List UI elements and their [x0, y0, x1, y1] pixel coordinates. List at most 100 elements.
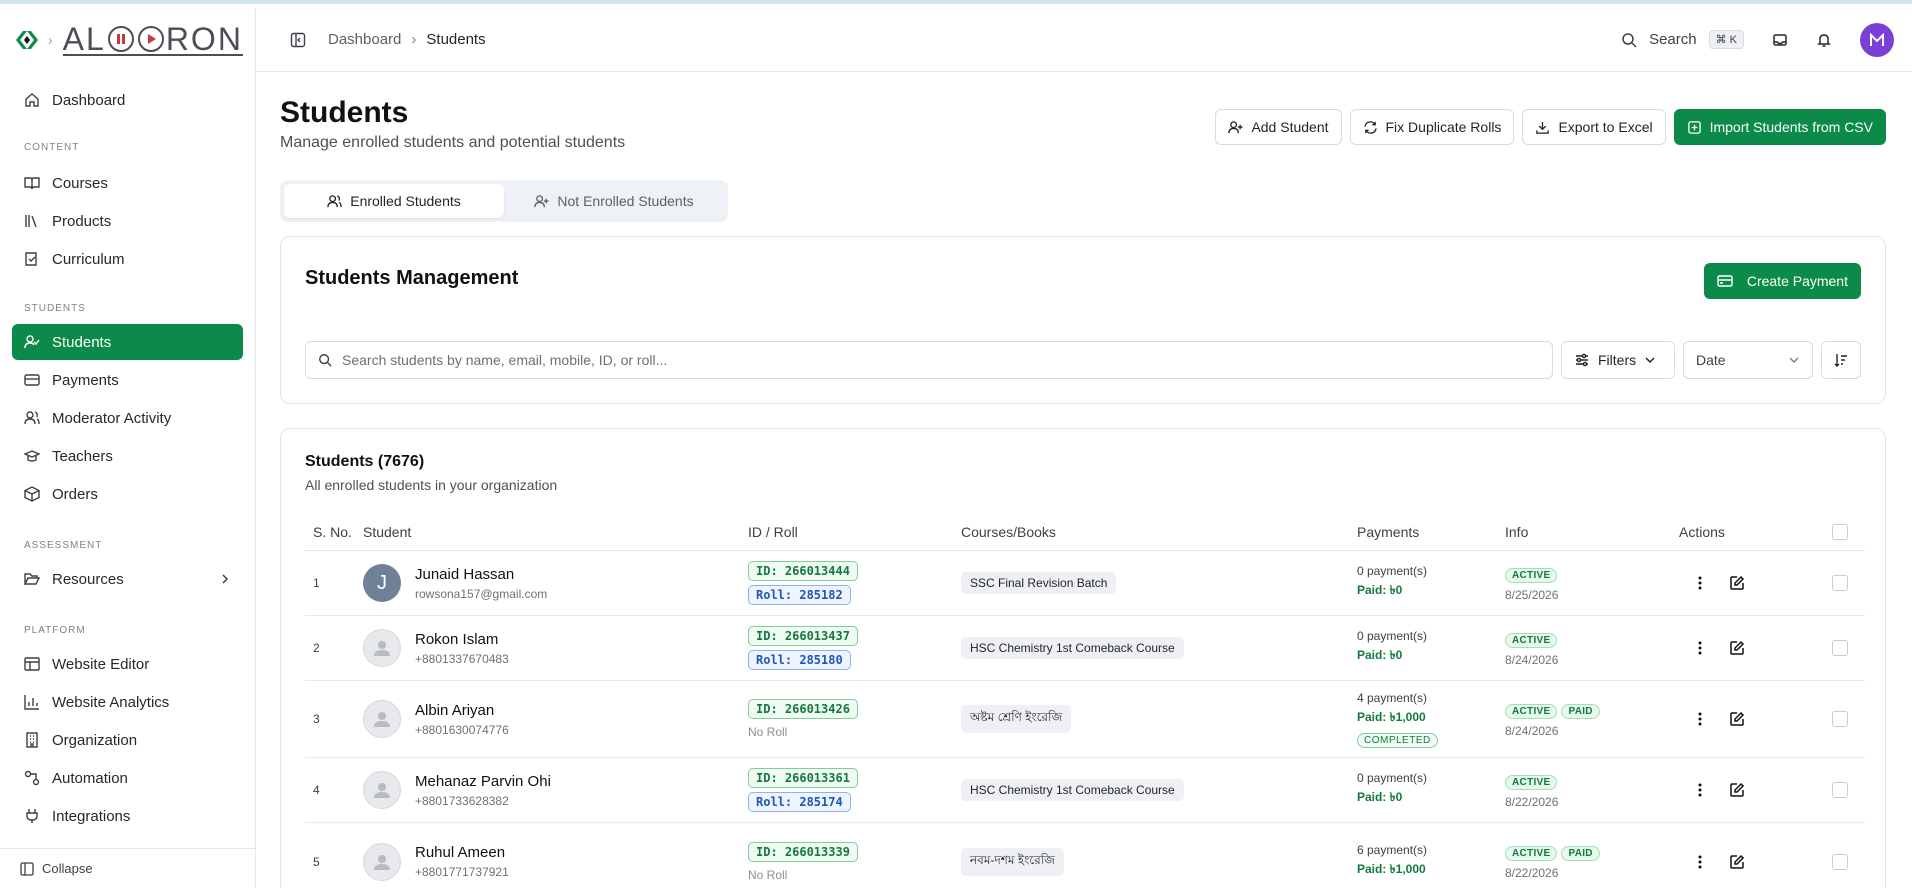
- sort-order-button[interactable]: [1821, 341, 1861, 379]
- breadcrumb-dashboard[interactable]: Dashboard: [328, 31, 401, 48]
- sidebar-item-dashboard[interactable]: Dashboard: [12, 82, 243, 118]
- more-vertical-icon[interactable]: [1693, 782, 1707, 798]
- add-student-button[interactable]: Add Student: [1215, 109, 1342, 145]
- edit-icon[interactable]: [1729, 640, 1745, 656]
- wallet-icon: [24, 374, 40, 386]
- column-header-student: Student: [363, 523, 412, 540]
- graduation-cap-icon: [24, 450, 40, 462]
- brand[interactable]: › AL RON: [0, 8, 255, 72]
- sidebar-item-website-analytics[interactable]: Website Analytics: [12, 684, 243, 720]
- sidebar-item-moderator-activity[interactable]: Moderator Activity: [12, 400, 243, 436]
- table-row[interactable]: 4 Mehanaz Parvin Ohi +8801733628382 ID: …: [305, 758, 1865, 823]
- payment-count: 0 payment(s): [1357, 629, 1428, 643]
- student-name[interactable]: Rokon Islam: [415, 631, 509, 648]
- fix-duplicate-rolls-button[interactable]: Fix Duplicate Rolls: [1349, 109, 1515, 145]
- sidebar-item-website-editor[interactable]: Website Editor: [12, 646, 243, 682]
- chevron-right-icon: ›: [48, 32, 53, 48]
- table-row[interactable]: 3 Albin Ariyan +8801630074776 ID: 266013…: [305, 681, 1865, 758]
- more-vertical-icon[interactable]: [1693, 711, 1707, 727]
- import-csv-label: Import Students from CSV: [1709, 119, 1873, 135]
- row-checkbox[interactable]: [1832, 711, 1848, 727]
- sidebar-item-label: Curriculum: [52, 250, 125, 268]
- book-open-icon: [24, 177, 40, 190]
- filters-button[interactable]: Filters: [1561, 341, 1675, 379]
- roll-badge: Roll: 285180: [748, 650, 851, 670]
- package-icon: [24, 486, 40, 502]
- tab-enrolled-students[interactable]: Enrolled Students: [284, 184, 504, 218]
- paid-amount: Paid: ৳1,000: [1357, 709, 1426, 724]
- sidebar-item-teachers[interactable]: Teachers: [12, 438, 243, 474]
- more-vertical-icon[interactable]: [1693, 640, 1707, 656]
- sidebar-item-organization[interactable]: Organization: [12, 722, 243, 758]
- more-vertical-icon[interactable]: [1693, 575, 1707, 591]
- sliders-icon: [1576, 353, 1588, 367]
- sidebar-item-integrations[interactable]: Integrations: [12, 798, 243, 834]
- panel-left-icon: [20, 861, 34, 876]
- book-check-icon: [25, 252, 37, 266]
- row-checkbox[interactable]: [1832, 782, 1848, 798]
- sidebar-item-label: Courses: [52, 174, 108, 192]
- paid-badge: PAID: [1561, 846, 1600, 861]
- sidebar-item-students[interactable]: Students: [12, 324, 243, 360]
- sidebar-toggle-button[interactable]: [290, 32, 306, 48]
- sidebar-item-orders[interactable]: Orders: [12, 476, 243, 512]
- avatar: [363, 771, 401, 809]
- status-badge: ACTIVE: [1505, 567, 1558, 583]
- edit-icon[interactable]: [1729, 854, 1745, 870]
- collapse-button[interactable]: Collapse: [0, 848, 255, 888]
- section-label-platform: PLATFORM: [24, 625, 86, 636]
- edit-icon[interactable]: [1729, 711, 1745, 727]
- import-csv-button[interactable]: Import Students from CSV: [1673, 109, 1886, 145]
- notifications-button[interactable]: [1816, 32, 1832, 48]
- user-placeholder-icon: [374, 783, 390, 798]
- search-label: Search: [1649, 31, 1697, 48]
- student-name[interactable]: Mehanaz Parvin Ohi: [415, 773, 551, 790]
- chart-icon: [24, 695, 39, 710]
- sidebar-item-resources[interactable]: Resources: [12, 561, 243, 597]
- payment-count: 6 payment(s): [1357, 842, 1428, 857]
- table-row[interactable]: 5 Ruhul Ameen +8801771737921 ID: 2660133…: [305, 823, 1865, 888]
- students-management-card: Students Management Create Payment Searc…: [280, 236, 1886, 404]
- sidebar-item-curriculum[interactable]: Curriculum: [12, 241, 243, 277]
- select-all-checkbox[interactable]: [1832, 523, 1848, 540]
- export-excel-button[interactable]: Export to Excel: [1522, 109, 1666, 145]
- student-name[interactable]: Junaid Hassan: [415, 566, 547, 583]
- create-payment-button[interactable]: Create Payment: [1703, 263, 1861, 299]
- row-checkbox[interactable]: [1832, 853, 1848, 870]
- enroll-date: 8/25/2026: [1505, 587, 1559, 602]
- roll-badge: Roll: 285182: [748, 585, 851, 605]
- student-id-badge: ID: 266013426: [748, 699, 858, 719]
- date-sort-select[interactable]: Date: [1683, 341, 1813, 379]
- user-avatar[interactable]: [1860, 22, 1894, 57]
- enroll-date: 8/24/2026: [1505, 652, 1559, 667]
- sidebar-item-label: Products: [52, 212, 112, 230]
- sidebar-item-automation[interactable]: Automation: [12, 760, 243, 796]
- student-name[interactable]: Albin Ariyan: [415, 702, 509, 719]
- student-search-input[interactable]: Search students by name, email, mobile, …: [305, 341, 1553, 379]
- section-label-content: CONTENT: [24, 142, 80, 153]
- students-list-card: Students (7676) All enrolled students in…: [280, 428, 1886, 888]
- brand-mark-icon: [16, 31, 38, 49]
- inbox-button[interactable]: [1772, 32, 1788, 48]
- building-icon: [26, 732, 38, 748]
- table-row[interactable]: 2 Rokon Islam +8801337670483 ID: 2660134…: [305, 616, 1865, 681]
- add-student-label: Add Student: [1251, 119, 1329, 135]
- edit-icon[interactable]: [1729, 575, 1745, 591]
- global-search-button[interactable]: Search ⌘ K: [1621, 30, 1744, 49]
- bell-icon: [1817, 33, 1831, 47]
- student-name[interactable]: Ruhul Ameen: [415, 844, 509, 861]
- users-icon: [327, 194, 342, 207]
- row-checkbox[interactable]: [1832, 575, 1848, 591]
- sidebar-item-courses[interactable]: Courses: [12, 165, 243, 201]
- chevron-right-icon: [222, 574, 229, 584]
- student-id-badge: ID: 266013437: [748, 626, 858, 646]
- sidebar-item-payments[interactable]: Payments: [12, 362, 243, 398]
- table-row[interactable]: 1 J Junaid Hassan rowsona157@gmail.com I…: [305, 551, 1865, 616]
- sidebar-item-products[interactable]: Products: [12, 203, 243, 239]
- edit-icon[interactable]: [1729, 782, 1745, 798]
- row-checkbox[interactable]: [1832, 640, 1848, 656]
- panel-left-icon: [290, 32, 306, 47]
- more-vertical-icon[interactable]: [1693, 854, 1707, 870]
- brand-logo: AL RON: [62, 21, 243, 57]
- tab-not-enrolled-students[interactable]: Not Enrolled Students: [504, 184, 724, 218]
